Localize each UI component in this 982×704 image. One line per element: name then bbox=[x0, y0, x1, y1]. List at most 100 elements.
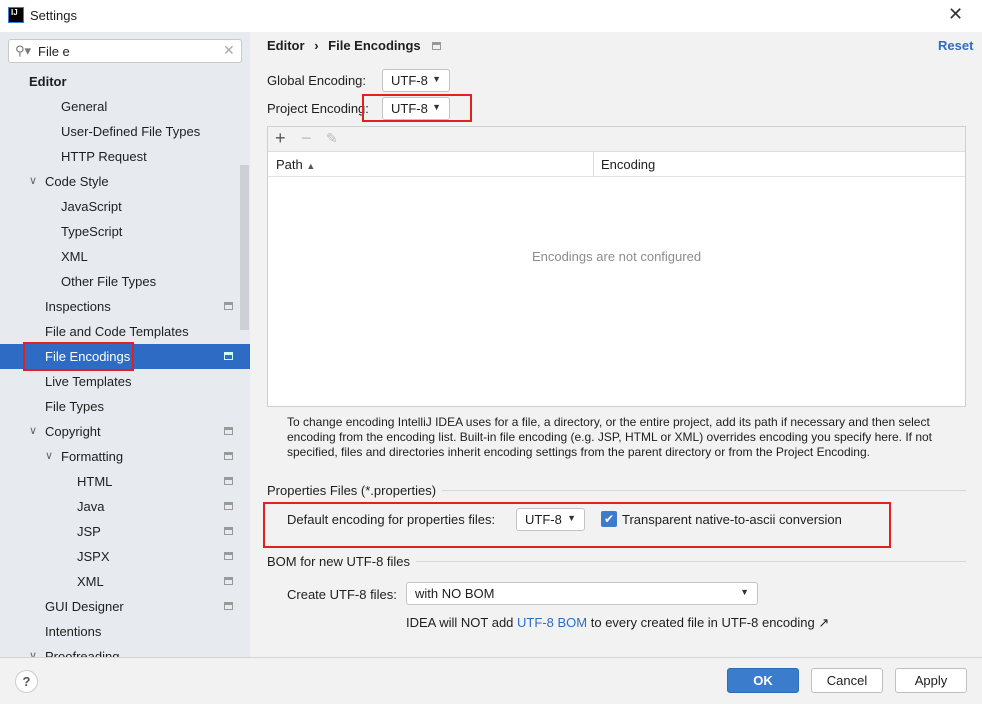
create-utf8-label: Create UTF-8 files: bbox=[287, 587, 397, 602]
sidebar-item-label: User-Defined File Types bbox=[61, 124, 201, 139]
add-icon[interactable]: + bbox=[275, 128, 286, 149]
global-encoding-value: UTF-8 bbox=[391, 73, 428, 88]
title-bar: IJ Settings ✕ bbox=[0, 0, 982, 32]
sidebar-item-label: JSP bbox=[77, 524, 101, 539]
column-encoding[interactable]: Encoding bbox=[601, 157, 655, 172]
sidebar-item-proofreading[interactable]: ∨ Proofreading bbox=[0, 644, 250, 657]
search-icon: ⚲▾ bbox=[15, 43, 32, 58]
sidebar-scrollbar[interactable] bbox=[240, 165, 249, 330]
chevron-down-icon[interactable]: ∨ bbox=[45, 444, 53, 469]
sidebar-item-http-request[interactable]: HTTP Request bbox=[0, 144, 250, 169]
bom-value: with NO BOM bbox=[415, 586, 495, 601]
search-input[interactable]: ⚲▾ File e ✕ bbox=[8, 39, 242, 63]
sidebar-item-general[interactable]: General bbox=[0, 94, 250, 119]
sidebar-item-gui-designer[interactable]: GUI Designer bbox=[0, 594, 250, 619]
sidebar-item-jspx[interactable]: JSPX bbox=[0, 544, 250, 569]
sidebar-item-copyright[interactable]: ∨ Copyright bbox=[0, 419, 250, 444]
bom-select[interactable]: with NO BOM ▼ bbox=[406, 582, 758, 605]
sidebar-item-label: JSPX bbox=[77, 549, 110, 564]
properties-section-title: Properties Files (*.properties) bbox=[267, 483, 437, 498]
sidebar-item-inspections[interactable]: Inspections bbox=[0, 294, 250, 319]
sidebar-item-jsp[interactable]: JSP bbox=[0, 519, 250, 544]
table-header: Path ▲ Encoding bbox=[268, 152, 965, 177]
sidebar-item-label: Proofreading bbox=[45, 649, 120, 657]
chevron-down-icon: ▼ bbox=[432, 74, 441, 84]
sidebar-item-label: Copyright bbox=[45, 424, 101, 439]
sidebar-item-label: Inspections bbox=[45, 299, 111, 314]
sort-ascending-icon: ▲ bbox=[306, 161, 316, 171]
column-path[interactable]: Path ▲ bbox=[276, 157, 315, 172]
chevron-down-icon[interactable]: ∨ bbox=[29, 644, 37, 657]
sidebar-item-label: File and Code Templates bbox=[45, 324, 189, 339]
search-value: File e bbox=[38, 44, 70, 59]
sidebar-item-java[interactable]: Java bbox=[0, 494, 250, 519]
sidebar-item-html[interactable]: HTML bbox=[0, 469, 250, 494]
sidebar-item-editor[interactable]: Editor bbox=[0, 69, 250, 94]
ok-button[interactable]: OK bbox=[727, 668, 799, 693]
column-divider bbox=[593, 152, 594, 177]
project-scope-icon bbox=[432, 42, 442, 50]
sidebar-item-label: HTTP Request bbox=[61, 149, 147, 164]
sidebar-item-label: XML bbox=[77, 574, 104, 589]
sidebar-item-intentions[interactable]: Intentions bbox=[0, 619, 250, 644]
cancel-button[interactable]: Cancel bbox=[811, 668, 883, 693]
project-scope-icon bbox=[224, 352, 233, 360]
sidebar-item-javascript[interactable]: JavaScript bbox=[0, 194, 250, 219]
highlight-box bbox=[23, 342, 134, 371]
table-toolbar: + − ✎ bbox=[268, 127, 965, 152]
bom-note-text: IDEA will NOT add bbox=[406, 615, 514, 630]
sidebar-item-label: Editor bbox=[29, 74, 67, 89]
highlight-box bbox=[263, 502, 891, 548]
bom-section-title: BOM for new UTF-8 files bbox=[267, 554, 411, 569]
sidebar-item-label: General bbox=[61, 99, 108, 114]
app-icon: IJ bbox=[8, 7, 24, 23]
window-title: Settings bbox=[30, 8, 77, 23]
bom-note: IDEA will NOT add UTF-8 BOM to every cre… bbox=[406, 615, 829, 631]
reset-link[interactable]: Reset bbox=[938, 38, 973, 53]
sidebar-item-label: Formatting bbox=[61, 449, 124, 464]
sidebar-item-file-types[interactable]: File Types bbox=[0, 394, 250, 419]
project-scope-icon bbox=[224, 502, 233, 510]
remove-icon[interactable]: − bbox=[301, 128, 312, 149]
highlight-box bbox=[362, 94, 472, 122]
clear-icon[interactable]: ✕ bbox=[223, 42, 235, 59]
sidebar-item-label: TypeScript bbox=[61, 224, 123, 239]
global-encoding-label: Global Encoding: bbox=[267, 73, 367, 88]
breadcrumb-sep: › bbox=[314, 38, 319, 53]
apply-button[interactable]: Apply bbox=[895, 668, 967, 693]
global-encoding-select[interactable]: UTF-8 ▼ bbox=[382, 69, 450, 92]
sidebar-item-xml[interactable]: XML bbox=[0, 244, 250, 269]
utf8-bom-link[interactable]: UTF-8 BOM bbox=[517, 615, 587, 630]
project-scope-icon bbox=[224, 552, 233, 560]
sidebar-item-file-and-code-templates[interactable]: File and Code Templates bbox=[0, 319, 250, 344]
encodings-table: + − ✎ Path ▲ Encoding Encodings are not … bbox=[267, 126, 966, 407]
chevron-down-icon[interactable]: ∨ bbox=[29, 419, 37, 444]
chevron-down-icon: ▼ bbox=[740, 587, 749, 597]
divider bbox=[442, 490, 966, 491]
breadcrumb-parent[interactable]: Editor bbox=[267, 38, 305, 53]
sidebar-item-code-style[interactable]: ∨ Code Style bbox=[0, 169, 250, 194]
bom-note-text-end: to every created file in UTF-8 encoding … bbox=[590, 615, 830, 630]
hint-text: To change encoding IntelliJ IDEA uses fo… bbox=[287, 415, 932, 459]
project-scope-icon bbox=[224, 577, 233, 585]
project-scope-icon bbox=[224, 477, 233, 485]
sidebar-item-xml[interactable]: XML bbox=[0, 569, 250, 594]
project-encoding-label: Project Encoding: bbox=[267, 101, 369, 116]
sidebar-item-other-file-types[interactable]: Other File Types bbox=[0, 269, 250, 294]
sidebar-item-label: Java bbox=[77, 499, 105, 514]
close-icon[interactable]: ✕ bbox=[948, 4, 963, 25]
project-scope-icon bbox=[224, 602, 233, 610]
column-path-label: Path bbox=[276, 157, 303, 172]
sidebar-item-label: HTML bbox=[77, 474, 113, 489]
chevron-down-icon[interactable]: ∨ bbox=[29, 169, 37, 194]
sidebar-item-user-defined-file-types[interactable]: User-Defined File Types bbox=[0, 119, 250, 144]
sidebar-item-typescript[interactable]: TypeScript bbox=[0, 219, 250, 244]
empty-table-text: Encodings are not configured bbox=[531, 249, 702, 264]
sidebar-item-live-templates[interactable]: Live Templates bbox=[0, 369, 250, 394]
breadcrumb-current: File Encodings bbox=[328, 38, 421, 53]
sidebar-item-formatting[interactable]: ∨ Formatting bbox=[0, 444, 250, 469]
sidebar-item-label: Code Style bbox=[45, 174, 109, 189]
project-scope-icon bbox=[224, 427, 233, 435]
edit-icon[interactable]: ✎ bbox=[326, 130, 338, 147]
help-button[interactable]: ? bbox=[15, 670, 38, 693]
